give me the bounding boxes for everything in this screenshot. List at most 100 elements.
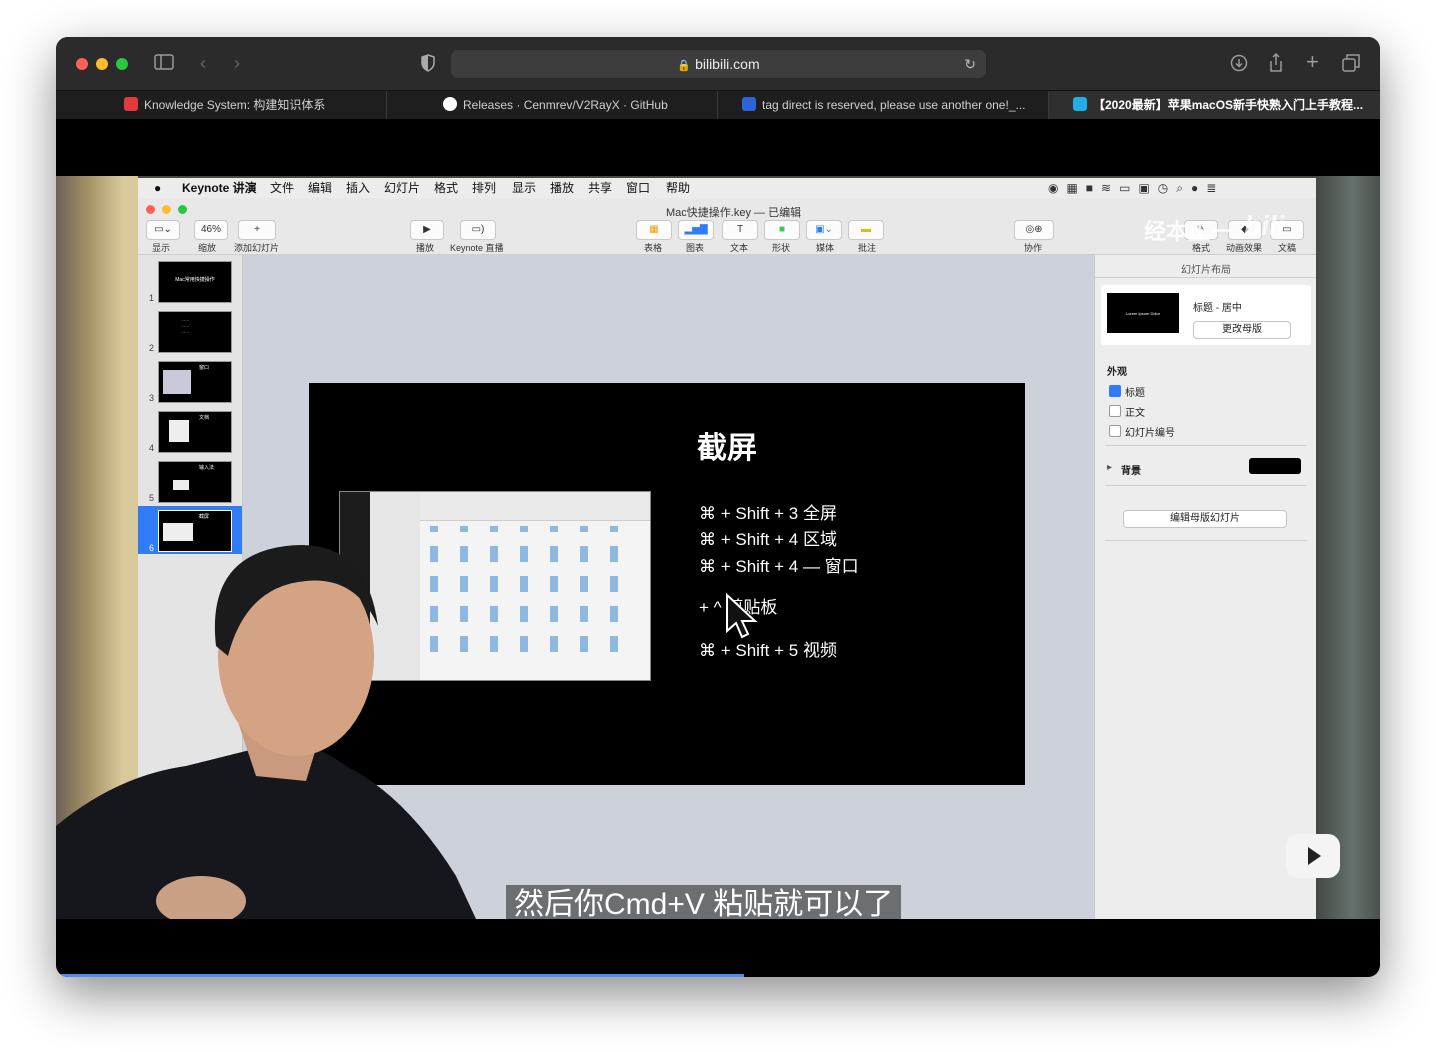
thumb-title: 截屏 [199,514,210,520]
tab-label: Knowledge System: 构建知识体系 [144,98,326,112]
menu-app-name: Keynote 讲演 [182,181,257,195]
layout-preview-card[interactable]: Lorem Ipsum Dolor 标题 - 居中 更改母版 [1101,285,1311,345]
new-tab-icon[interactable]: + [1306,51,1319,73]
slide-navigator: 1 Mac常用快捷操作 2 ⋯⋯ ⋯⋯ ⋯⋯ 3 窗口 4 文档 5 输入法 6 截… [138,255,243,919]
slide-number-checkbox[interactable] [1109,425,1121,437]
title-checkbox[interactable] [1109,385,1121,397]
document-label: 文稿 [1278,243,1297,253]
keynote-toolbar: Mac快捷操作.key — 已编辑 ▭⌄ 显示 46% 缩放 + 添加幻灯片 ▶… [138,198,1316,255]
chart-label: 图表 [686,243,705,253]
tab-overview-icon[interactable] [1342,54,1360,76]
share-icon[interactable] [1268,52,1284,77]
menu-arrange: 排列 [472,181,497,195]
slide-thumbnail-3[interactable]: 窗口 [158,361,232,403]
table-button[interactable]: ▦ [636,220,672,240]
layout-thumbnail-text: Lorem Ipsum Dolor [1125,311,1160,316]
baidu-icon [742,97,756,111]
collaborate-button[interactable]: ◎⊕ [1014,220,1054,240]
apple-icon: ● [154,181,162,195]
zoom-button[interactable]: 46% [194,220,228,240]
shape-button[interactable]: ■ [764,220,800,240]
slide-thumbnail-1[interactable]: Mac常用快捷操作 [158,261,232,303]
play-button[interactable]: ▶ [410,220,444,240]
menu-share: 共享 [588,181,613,195]
menu-play: 播放 [550,181,575,195]
slide-number: 2 [149,343,155,353]
browser-toolbar: ‹ › 🔒 bilibili.com ↻ + [56,37,1380,90]
inspector-header: 幻灯片布局 [1181,265,1231,276]
channel-watermark: 经本正一 [1144,219,1233,244]
chart-button[interactable]: ▂▅▇ [678,220,714,240]
back-icon[interactable]: ‹ [200,53,206,73]
background-color-well[interactable] [1249,458,1301,474]
tab-knowledge-system[interactable]: Knowledge System: 构建知识体系 [56,91,387,119]
github-icon [443,97,457,111]
tab-github-releases[interactable]: Releases · Cenmrev/V2RayX · GitHub [387,91,718,119]
zoom-label: 缩放 [198,243,217,253]
inspector-divider [1105,445,1307,446]
video-progress-bar[interactable] [56,974,745,977]
tab-label: Releases · Cenmrev/V2RayX · GitHub [463,98,668,112]
current-slide[interactable]: 截屏 ⌘ + Shift + 3 全屏 ⌘ + Shift + 4 区域 ⌘ +… [309,383,1025,785]
recorded-screen: ● Keynote 讲演 文件 编辑 插入 幻灯片 格式 排列 显示 播放 共享… [138,178,1316,919]
play-icon [1300,834,1326,865]
bilibili-icon [1073,97,1087,111]
menu-format: 格式 [434,181,459,195]
layout-inspector: 幻灯片布局 Lorem Ipsum Dolor 标题 - 居中 更改母版 外观 … [1094,255,1316,919]
play-label: 播放 [416,243,435,253]
change-master-button[interactable]: 更改母版 [1193,321,1291,339]
tab-bar: Knowledge System: 构建知识体系 Releases · Cenm… [56,90,1380,119]
edit-master-button[interactable]: 编辑母版幻灯片 [1123,510,1287,528]
lock-icon: 🔒 [677,60,692,72]
thumb-title: 输入法 [199,465,215,471]
tab-label: tag direct is reserved, please use anoth… [762,98,1026,112]
video-player[interactable]: ● Keynote 讲演 文件 编辑 插入 幻灯片 格式 排列 显示 播放 共享… [56,176,1380,919]
menu-window: 窗口 [626,181,651,195]
mac-menubar: ● Keynote 讲演 文件 编辑 插入 幻灯片 格式 排列 显示 播放 共享… [138,178,1316,198]
body-checkbox[interactable] [1109,405,1121,417]
slide-line-5: ⌘ + Shift + 5 视频 [699,641,837,660]
privacy-shield-icon[interactable] [421,54,435,76]
slide-line-1: ⌘ + Shift + 3 全屏 [699,504,837,523]
media-label: 媒体 [816,243,835,253]
view-button[interactable]: ▭⌄ [146,220,180,240]
slide-thumbnail-4[interactable]: 文档 [158,411,232,453]
menu-insert: 插入 [346,181,371,195]
text-button[interactable]: T [722,220,758,240]
video-background-right [1312,176,1380,919]
media-button[interactable]: ▣⌄ [806,220,842,240]
url-text: bilibili.com [695,56,760,72]
reload-icon[interactable]: ↻ [964,50,976,78]
add-slide-label: 添加幻灯片 [234,243,280,253]
view-label: 显示 [152,243,171,253]
tab-tag-direct[interactable]: tag direct is reserved, please use anoth… [718,91,1049,119]
video-subtitle: 然后你Cmd+V 粘贴就可以了 [506,885,902,919]
close-window-button[interactable] [76,58,88,70]
slide-thumbnail-6[interactable]: 截屏 [158,510,232,552]
menu-file: 文件 [270,181,295,195]
menu-help: 帮助 [666,181,691,195]
title-checkbox-label: 标题 [1125,388,1145,399]
add-slide-button[interactable]: + [238,220,276,240]
play-button[interactable] [1286,834,1340,878]
inspector-divider [1095,277,1316,278]
minimize-window-button[interactable] [96,58,108,70]
zoom-window-button[interactable] [116,58,128,70]
tab-bilibili-video[interactable]: 【2020最新】苹果macOS新手快熟入门上手教程... [1049,91,1380,119]
background-disclosure-icon[interactable]: ▸ [1107,462,1112,473]
forward-icon[interactable]: › [234,53,240,73]
sidebar-icon[interactable] [154,54,174,74]
slide-number: 4 [149,443,155,453]
document-title: Mac快捷操作.key — 已编辑 [666,207,802,219]
downloads-icon[interactable] [1230,54,1248,76]
slide-line-2: ⌘ + Shift + 4 区域 [699,530,837,549]
pasted-finder-screenshot [339,491,651,681]
comment-button[interactable]: ▬ [848,220,884,240]
slide-thumbnail-2[interactable]: ⋯⋯ ⋯⋯ ⋯⋯ [158,311,232,353]
address-bar[interactable]: 🔒 bilibili.com ↻ [451,50,986,78]
slide-line-3: ⌘ + Shift + 4 — 窗口 [699,557,859,576]
bilibili-logo-watermark: bili [1244,210,1285,241]
thumb-title: 窗口 [199,365,210,371]
keynote-live-button[interactable]: ▭) [460,220,496,240]
slide-thumbnail-5[interactable]: 输入法 [158,461,232,503]
